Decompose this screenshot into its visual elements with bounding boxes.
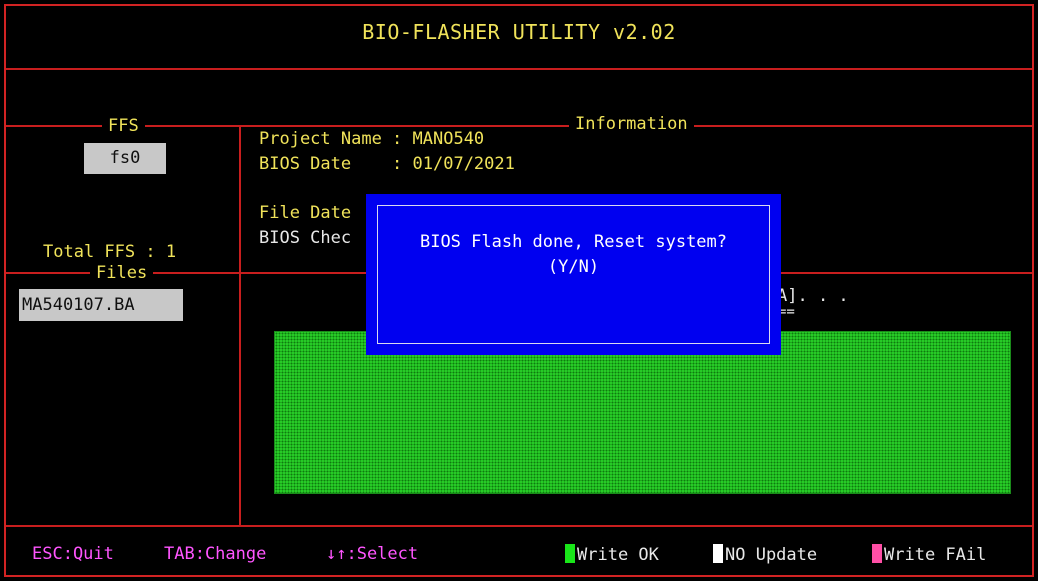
no-update-swatch [713,544,723,563]
project-name-text: Project Name : MANO540 [259,129,485,149]
write-fail-label: Write FAil [884,545,987,565]
dialog-message: BIOS Flash done, Reset system? (Y/N) [366,230,781,280]
write-ok-label: Write OK [577,545,659,565]
dialog-message-line2: (Y/N) [547,257,600,277]
left-panel-divider [239,125,241,527]
files-label: Files [90,263,154,283]
bios-checksum-text: BIOS Chec [259,228,352,248]
status-divider [6,525,1032,527]
select-hint[interactable]: ↓↑:Select [326,544,418,564]
reset-confirm-dialog[interactable]: BIOS Flash done, Reset system? (Y/N) [366,194,781,355]
file-date-text: File Date [259,203,352,223]
ffs-selected-box[interactable]: fs0 [84,143,166,174]
legend-no-update: NO Update [713,544,817,565]
tab-change-hint[interactable]: TAB:Change [164,544,266,564]
write-fail-swatch [872,544,882,563]
bios-date-text: BIOS Date : 01/07/2021 [259,154,515,174]
no-update-label: NO Update [725,545,818,565]
dialog-message-line1: BIOS Flash done, Reset system? [419,232,728,252]
information-label: Information [569,114,694,134]
top-panel-divider [6,125,1032,127]
title-divider [6,68,1032,70]
app-title: BIO-FLASHER UTILITY v2.02 [362,20,676,44]
file-list-item[interactable]: MA540107.BA [19,289,183,321]
total-ffs-text: Total FFS : 1 [43,242,177,262]
legend-write-fail: Write FAil [872,544,986,565]
progress-status-text: A]. . . [777,286,849,306]
flash-progress-map [274,331,1011,494]
esc-quit-hint[interactable]: ESC:Quit [32,544,114,564]
write-ok-swatch [565,544,575,563]
legend-write-ok: Write OK [565,544,659,565]
ffs-label: FFS [102,116,145,136]
